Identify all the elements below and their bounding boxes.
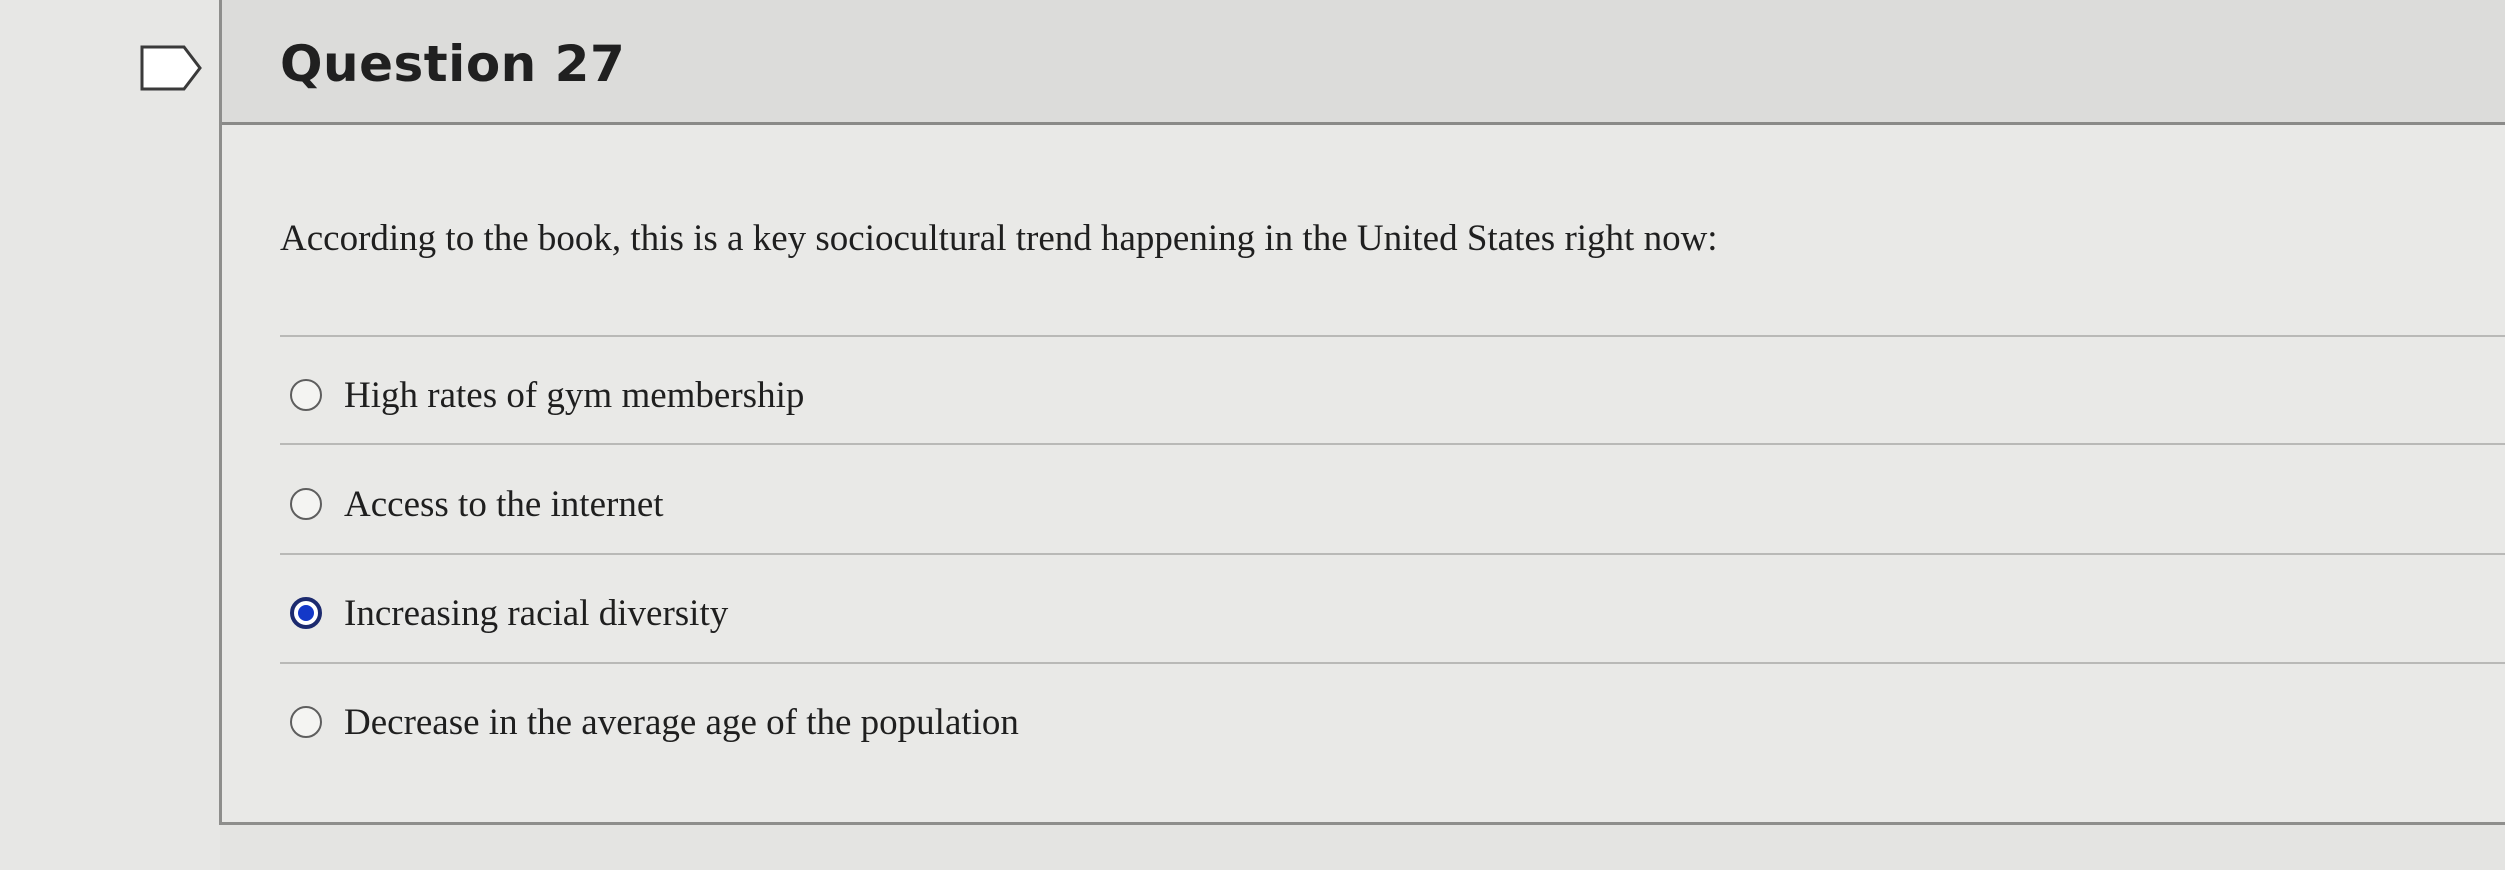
answer-option-label[interactable]: Access to the internet bbox=[344, 483, 664, 526]
answer-option-3[interactable]: Increasing racial diversity bbox=[290, 583, 728, 643]
answer-divider bbox=[280, 335, 2505, 337]
question-prompt: According to the book, this is a key soc… bbox=[280, 218, 1718, 259]
answer-option-4[interactable]: Decrease in the average age of the popul… bbox=[290, 692, 1019, 752]
radio-button-icon[interactable] bbox=[290, 379, 322, 411]
answer-divider bbox=[280, 553, 2505, 555]
flag-question-icon[interactable] bbox=[140, 45, 202, 91]
question-header: Question 27 bbox=[222, 0, 2505, 125]
radio-button-icon[interactable] bbox=[290, 706, 322, 738]
radio-button-icon[interactable] bbox=[290, 488, 322, 520]
answer-option-2[interactable]: Access to the internet bbox=[290, 474, 664, 534]
question-card: Question 27 According to the book, this … bbox=[219, 0, 2505, 825]
answer-option-label[interactable]: Increasing racial diversity bbox=[344, 592, 728, 635]
answer-divider bbox=[280, 662, 2505, 664]
answer-option-1[interactable]: High rates of gym membership bbox=[290, 365, 804, 425]
answer-option-label[interactable]: High rates of gym membership bbox=[344, 374, 804, 417]
flag-column bbox=[0, 0, 220, 870]
answer-option-label[interactable]: Decrease in the average age of the popul… bbox=[344, 701, 1019, 744]
answer-divider bbox=[280, 443, 2505, 445]
question-title: Question 27 bbox=[280, 35, 626, 93]
radio-button-selected-icon[interactable] bbox=[290, 597, 322, 629]
